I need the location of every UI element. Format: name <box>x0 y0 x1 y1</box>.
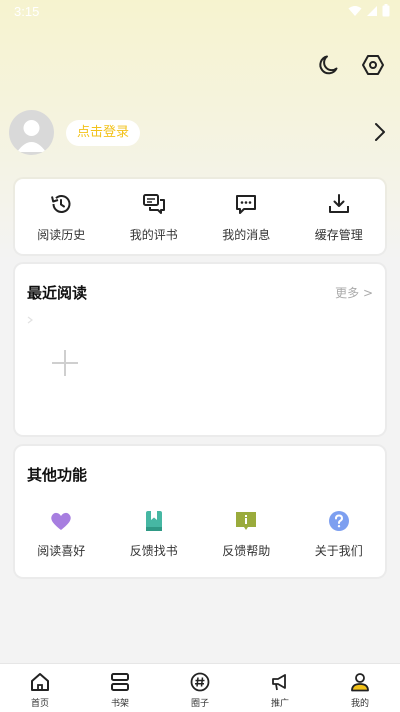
recent-reading-card: 最近阅读 更多 > <box>15 264 385 435</box>
quick-action-label: 我的评书 <box>129 228 178 242</box>
status-bar: 3:15 <box>0 0 400 24</box>
recent-reading-title: 最近阅读 <box>27 284 88 302</box>
tab-label: 首页 <box>30 699 49 709</box>
signal-icon <box>367 5 377 16</box>
top-actions <box>316 52 386 78</box>
question-icon <box>328 511 349 531</box>
about-us-button[interactable]: 关于我们 <box>293 508 386 559</box>
bookshelf-icon <box>111 673 129 691</box>
tab-label: 圈子 <box>190 699 209 709</box>
function-label: 反馈找书 <box>129 544 178 558</box>
default-avatar-icon <box>17 120 46 152</box>
tab-mine[interactable]: 我的 <box>320 664 400 712</box>
settings-button[interactable] <box>360 52 386 78</box>
function-label: 反馈帮助 <box>222 544 271 558</box>
quick-action-label: 阅读历史 <box>37 228 86 242</box>
heart-icon <box>51 512 71 530</box>
my-messages-button[interactable]: 我的消息 <box>200 179 293 243</box>
tab-label: 我的 <box>350 699 369 709</box>
comments-icon <box>142 194 165 214</box>
add-book-icon[interactable] <box>50 348 80 378</box>
status-time: 3:15 <box>14 4 40 19</box>
other-functions-title: 其他功能 <box>27 466 88 484</box>
info-board-icon <box>236 512 257 530</box>
tab-label: 推广 <box>270 699 289 709</box>
avatar[interactable] <box>9 110 54 155</box>
function-label: 关于我们 <box>314 544 363 558</box>
feedback-help-button[interactable]: 反馈帮助 <box>200 508 293 559</box>
tab-promote[interactable]: 推广 <box>240 664 320 712</box>
settings-icon <box>362 55 384 75</box>
chevron-right-icon[interactable] <box>374 122 386 142</box>
quick-action-label: 我的消息 <box>222 228 271 242</box>
hashtag-icon <box>190 672 210 692</box>
bookmark-book-icon <box>145 511 162 531</box>
quick-actions-card: 阅读历史 我的评书 我的消息 缓存管理 <box>15 179 385 254</box>
loading-mark-icon <box>27 316 33 324</box>
history-icon <box>51 195 71 213</box>
quick-action-label: 缓存管理 <box>314 228 363 242</box>
login-button[interactable]: 点击登录 <box>66 120 141 146</box>
my-reviews-button[interactable]: 我的评书 <box>108 179 201 243</box>
message-icon <box>236 195 257 214</box>
bottom-tab-bar: 首页 书架 圈子 推广 我的 <box>0 663 400 712</box>
status-icons <box>348 4 390 17</box>
function-label: 阅读喜好 <box>37 544 86 558</box>
feedback-find-book-button[interactable]: 反馈找书 <box>108 508 201 559</box>
moon-icon <box>319 55 338 75</box>
battery-icon <box>382 4 390 17</box>
profile-row[interactable]: 点击登录 <box>0 108 400 160</box>
person-icon <box>351 673 369 692</box>
download-icon <box>328 194 349 213</box>
tab-home[interactable]: 首页 <box>0 664 80 712</box>
other-functions-card: 其他功能 阅读喜好 反馈找书 反馈帮助 关于我们 <box>15 446 385 577</box>
reading-preference-button[interactable]: 阅读喜好 <box>15 508 108 559</box>
more-link[interactable]: 更多 > <box>335 284 373 301</box>
tab-circle[interactable]: 圈子 <box>160 664 240 712</box>
wifi-icon <box>348 5 362 16</box>
cache-management-button[interactable]: 缓存管理 <box>293 179 386 243</box>
reading-history-button[interactable]: 阅读历史 <box>15 179 108 243</box>
megaphone-icon <box>272 674 286 691</box>
home-icon <box>31 673 49 691</box>
tab-bookshelf[interactable]: 书架 <box>80 664 160 712</box>
tab-label: 书架 <box>110 699 129 709</box>
night-mode-button[interactable] <box>316 52 342 78</box>
